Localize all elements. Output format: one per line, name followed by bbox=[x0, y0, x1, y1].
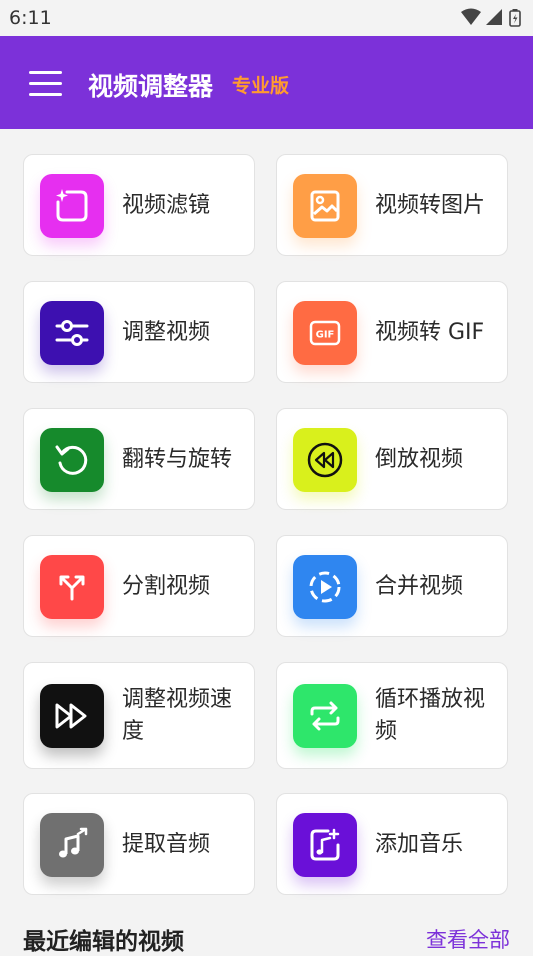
merge-play-icon bbox=[309, 571, 341, 603]
tool-label: 调整视频速度 bbox=[122, 687, 233, 744]
app-title: 视频调整器 bbox=[88, 72, 214, 101]
tool-label: 视频转图片 bbox=[375, 193, 486, 218]
tool-label: 循环播放视频 bbox=[375, 687, 486, 744]
status-icons bbox=[460, 8, 524, 32]
tool-card-split-video[interactable]: 分割视频 bbox=[23, 535, 255, 637]
tool-icon-tile bbox=[40, 174, 104, 238]
image-icon bbox=[310, 190, 340, 222]
tool-icon-tile bbox=[293, 813, 357, 877]
tool-card-loop-video[interactable]: 循环播放视频 bbox=[276, 662, 508, 769]
tool-card-reverse-video[interactable]: 倒放视频 bbox=[276, 408, 508, 510]
rotate-icon bbox=[55, 445, 88, 475]
tool-card-video-to-gif[interactable]: GIF 视频转 GIF bbox=[276, 281, 508, 383]
loop-icon bbox=[310, 701, 340, 731]
status-bar: 6:11 bbox=[0, 0, 533, 36]
music-add-icon bbox=[310, 828, 340, 861]
fast-forward-icon bbox=[55, 703, 87, 729]
battery-icon bbox=[509, 9, 521, 27]
tool-card-adjust-video[interactable]: 调整视频 bbox=[23, 281, 255, 383]
tool-label: 分割视频 bbox=[122, 574, 211, 599]
view-all-link[interactable]: 查看全部 bbox=[426, 924, 510, 954]
tool-card-video-speed[interactable]: 调整视频速度 bbox=[23, 662, 255, 769]
tool-card-extract-audio[interactable]: 提取音频 bbox=[23, 793, 255, 895]
signal-icon bbox=[486, 9, 502, 25]
music-note-icon bbox=[59, 827, 88, 858]
split-arrows-icon bbox=[59, 575, 85, 601]
tool-icon-tile bbox=[40, 684, 104, 748]
gif-icon: GIF bbox=[309, 320, 341, 346]
tool-icon-tile bbox=[40, 301, 104, 365]
tool-label: 视频滤镜 bbox=[122, 193, 211, 218]
tool-label: 倒放视频 bbox=[375, 447, 464, 472]
recent-section-title: 最近编辑的视频 bbox=[23, 929, 184, 955]
tool-label: 视频转 GIF bbox=[375, 320, 485, 345]
tool-icon-tile bbox=[40, 555, 104, 619]
svg-text:GIF: GIF bbox=[316, 330, 335, 341]
tool-label: 添加音乐 bbox=[375, 832, 464, 857]
tool-card-video-to-image[interactable]: 视频转图片 bbox=[276, 154, 508, 256]
status-time: 6:11 bbox=[9, 7, 52, 29]
sparkle-square-icon bbox=[56, 189, 88, 222]
sliders-icon bbox=[55, 320, 89, 346]
menu-icon[interactable] bbox=[29, 71, 63, 97]
tool-icon-tile bbox=[293, 174, 357, 238]
rewind-icon bbox=[307, 442, 343, 478]
tool-icon-tile: GIF bbox=[293, 301, 357, 365]
wifi-icon bbox=[461, 8, 481, 25]
tool-card-merge-video[interactable]: 合并视频 bbox=[276, 535, 508, 637]
tool-icon-tile bbox=[293, 684, 357, 748]
tool-label: 翻转与旋转 bbox=[122, 447, 233, 472]
tool-card-flip-rotate[interactable]: 翻转与旋转 bbox=[23, 408, 255, 510]
tool-icon-tile bbox=[293, 428, 357, 492]
app-bar: 视频调整器 专业版 bbox=[0, 36, 533, 129]
tool-card-add-music[interactable]: 添加音乐 bbox=[276, 793, 508, 895]
tool-icon-tile bbox=[40, 813, 104, 877]
tool-label: 提取音频 bbox=[122, 832, 211, 857]
tool-icon-tile bbox=[293, 555, 357, 619]
tool-label: 调整视频 bbox=[122, 320, 211, 345]
tool-card-video-filter[interactable]: 视频滤镜 bbox=[23, 154, 255, 256]
tool-icon-tile bbox=[40, 428, 104, 492]
pro-badge: 专业版 bbox=[232, 75, 290, 97]
tool-label: 合并视频 bbox=[375, 574, 464, 599]
